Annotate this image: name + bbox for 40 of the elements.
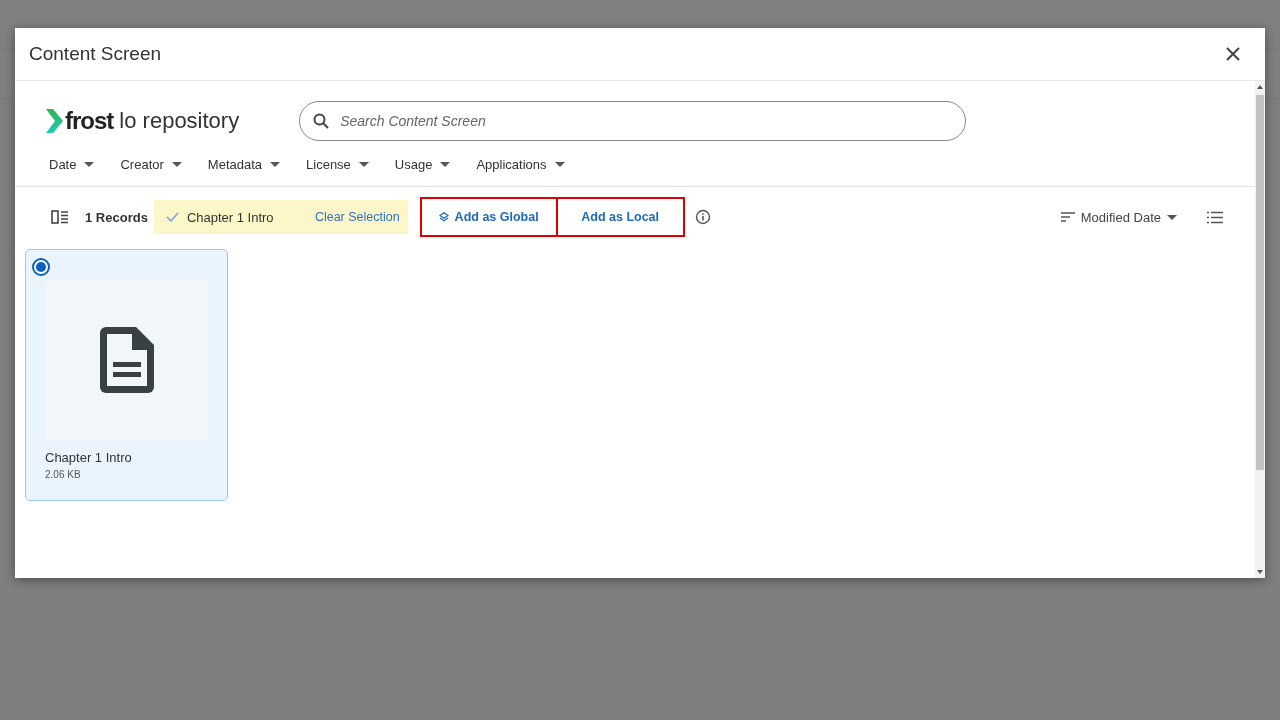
close-button[interactable] <box>1225 46 1241 62</box>
caret-icon <box>440 162 451 167</box>
info-icon[interactable] <box>694 209 711 225</box>
card-title: Chapter 1 Intro <box>45 450 133 465</box>
filter-dropdown[interactable]: Applications <box>476 157 565 172</box>
caret-icon <box>84 162 95 167</box>
filter-dropdown[interactable]: Creator <box>120 157 182 172</box>
search-icon <box>313 113 330 129</box>
add-button[interactable]: Add as Global <box>419 197 558 237</box>
logo-product: lo repository <box>119 108 240 134</box>
check-icon <box>165 212 179 222</box>
filter-dropdown[interactable]: Metadata <box>207 157 281 172</box>
clear-selection-link[interactable]: Clear Selection <box>314 210 400 224</box>
filter-dropdown[interactable]: Date <box>49 157 95 172</box>
logo-chevron-icon <box>45 109 63 133</box>
scrollbar[interactable] <box>1255 81 1265 578</box>
caret-icon <box>358 162 369 167</box>
selection-label: Chapter 1 Intro <box>186 209 275 225</box>
caret-icon <box>171 162 182 167</box>
filter-dropdown[interactable]: License <box>306 157 369 172</box>
logo-brand: frost <box>65 107 114 135</box>
scroll-down-icon[interactable] <box>1257 570 1263 574</box>
dialog-title: Content Screen <box>29 43 162 65</box>
add-button[interactable]: Add as Local <box>557 197 685 237</box>
document-icon <box>99 327 154 393</box>
caret-icon <box>1167 214 1177 220</box>
content-card[interactable]: Chapter 1 Intro 2.06 KB <box>25 249 228 501</box>
sort-dropdown[interactable]: Modified Date <box>1054 208 1183 226</box>
panel-toggle-icon[interactable] <box>51 210 69 224</box>
list-view-icon[interactable] <box>1207 210 1223 224</box>
scroll-up-icon[interactable] <box>1257 85 1263 89</box>
filter-dropdown[interactable]: Usage <box>394 157 451 172</box>
file-size: 2.06 KB <box>45 469 82 480</box>
layers-icon <box>438 212 449 222</box>
search-field[interactable]: Search Content Screen <box>299 101 967 141</box>
records-count: 1 Records <box>85 209 148 225</box>
sort-icon <box>1060 212 1075 222</box>
radio-button[interactable] <box>32 258 50 276</box>
caret-icon <box>270 162 281 167</box>
caret-icon <box>554 162 565 167</box>
